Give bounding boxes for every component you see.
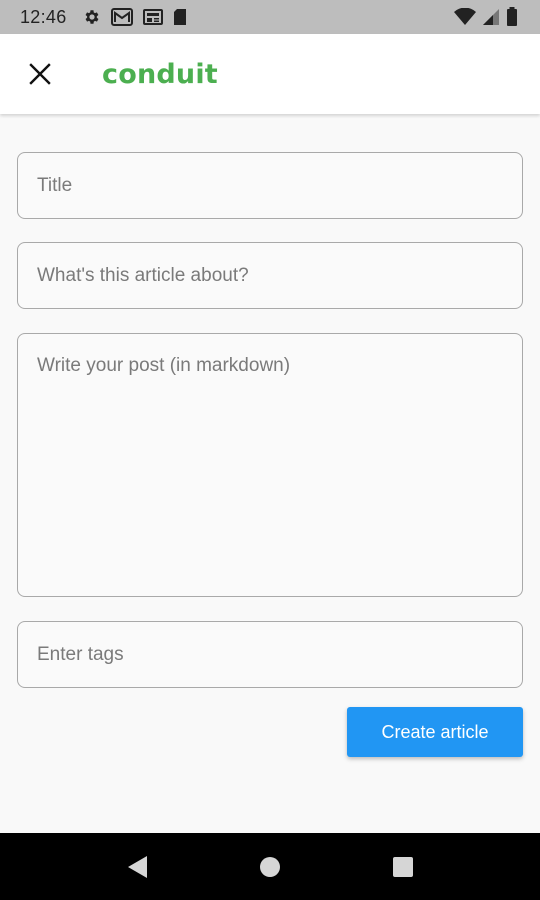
back-icon [127, 855, 147, 878]
create-article-button[interactable]: Create article [347, 707, 523, 757]
status-right [454, 7, 518, 27]
signal-icon [482, 8, 500, 26]
status-left: 12:46 [20, 7, 187, 28]
status-bar: 12:46 [0, 0, 540, 34]
app-bar: conduit [0, 34, 540, 114]
close-icon [29, 63, 51, 85]
back-button[interactable] [113, 843, 161, 891]
status-time: 12:46 [20, 6, 67, 27]
about-input[interactable] [17, 242, 523, 309]
sd-card-icon [173, 8, 187, 26]
close-button[interactable] [20, 54, 60, 94]
news-icon [142, 8, 163, 26]
app-brand: conduit [102, 58, 218, 90]
recents-button[interactable] [379, 843, 427, 891]
gmail-icon [110, 8, 133, 26]
title-input[interactable] [17, 152, 523, 219]
body-textarea[interactable] [17, 333, 523, 597]
system-nav-bar [0, 833, 540, 900]
wifi-icon [454, 8, 476, 26]
battery-icon [506, 7, 518, 27]
home-button[interactable] [246, 843, 294, 891]
recents-icon [393, 856, 414, 877]
gear-icon [83, 8, 101, 26]
article-form [17, 152, 523, 688]
form-actions: Create article [0, 707, 540, 757]
home-icon [259, 856, 280, 877]
tags-input[interactable] [17, 621, 523, 688]
